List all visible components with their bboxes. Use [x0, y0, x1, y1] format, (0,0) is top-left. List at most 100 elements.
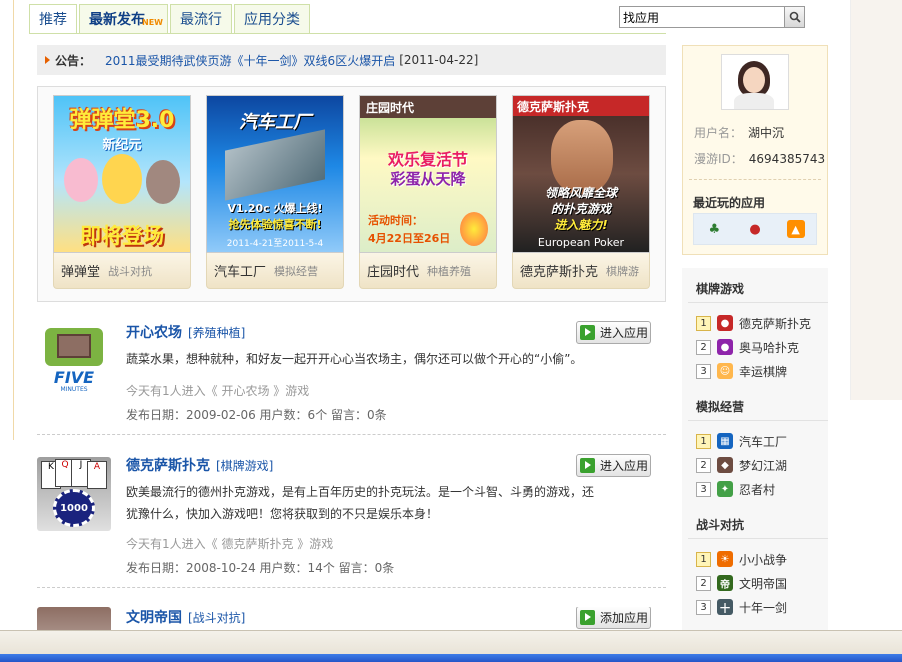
sprout-icon[interactable]: ♣ — [705, 220, 723, 238]
ranking-name[interactable]: 十年一剑 — [739, 599, 787, 616]
app-title[interactable]: 文明帝国 [战斗对抗] — [126, 607, 245, 627]
featured-name[interactable]: 庄园时代 — [367, 261, 419, 280]
featured-banner[interactable]: 汽车工厂 V1.20c 火爆上线! 抢先体验惊喜不断! 2011-4-21至20… — [206, 95, 344, 253]
tab-newest[interactable]: 最新发布 NEW — [79, 4, 168, 34]
ranking-name[interactable]: 文明帝国 — [739, 575, 787, 592]
tab-popular[interactable]: 最流行 — [170, 4, 232, 34]
banner-text: 庄园时代 — [366, 101, 415, 115]
banner-text: 德克萨斯扑克 — [517, 100, 590, 114]
banner-text: 进入魅力! — [554, 218, 608, 232]
enter-app-button[interactable]: 进入应用 — [576, 321, 651, 344]
left-page-border — [0, 0, 14, 440]
featured-card[interactable]: 德克萨斯扑克 领略风靡全球 的扑克游戏 进入魅力! European Poker… — [512, 95, 650, 291]
featured-name[interactable]: 德克萨斯扑克 — [520, 261, 598, 280]
app-title[interactable]: 德克萨斯扑克 [棋牌游戏] — [126, 455, 273, 475]
app-meta: 发布日期：2008-10-24 用户数：14个 留言：0条 — [126, 561, 395, 575]
avatar[interactable] — [721, 54, 789, 110]
featured-card[interactable]: 庄园时代 欢乐复活节 彩蛋从天降 活动时间： 4月22日至26日 庄园时代 种植… — [359, 95, 497, 291]
app-icon[interactable] — [37, 607, 111, 631]
ranking-name[interactable]: 汽车工厂 — [739, 433, 787, 450]
roam-id: 4694385743 — [748, 152, 826, 166]
search-input[interactable] — [619, 6, 785, 28]
featured-banner[interactable]: 庄园时代 欢乐复活节 彩蛋从天降 活动时间： 4月22日至26日 — [359, 95, 497, 253]
search-bar — [619, 6, 805, 28]
rank-number: 2 — [696, 339, 711, 355]
rank-number: 2 — [696, 575, 711, 591]
app-category[interactable]: [棋牌游戏] — [216, 459, 273, 473]
ranking-item[interactable]: 1 ● 德克萨斯扑克 — [696, 314, 811, 332]
featured-name[interactable]: 弹弹堂 — [61, 261, 100, 280]
ninja-icon: ✦ — [717, 481, 733, 497]
ranking-name[interactable]: 德克萨斯扑克 — [739, 315, 811, 332]
ranking-item[interactable]: 2 帝文明帝国 — [696, 574, 787, 592]
user-profile-panel: 用户名： 湖中沉 漫游ID： 4694385743 最近玩的应用 ♣ ● ▲ — [682, 45, 828, 255]
tab-recommended[interactable]: 推荐 — [29, 4, 77, 34]
featured-banner[interactable]: 弹弹堂3.0 新纪元 即将登场 — [53, 95, 191, 253]
banner-text: 即将登场 — [80, 224, 164, 248]
app-name[interactable]: 德克萨斯扑克 — [126, 458, 210, 474]
app-name[interactable]: 文明帝国 — [126, 610, 182, 626]
featured-card[interactable]: 汽车工厂 V1.20c 火爆上线! 抢先体验惊喜不断! 2011-4-21至20… — [206, 95, 344, 291]
browser-status-bar — [0, 630, 902, 654]
app-name[interactable]: 开心农场 — [126, 325, 182, 341]
os-taskbar — [0, 654, 902, 662]
featured-card[interactable]: 弹弹堂3.0 新纪元 即将登场 弹弹堂 战斗对抗 — [53, 95, 191, 291]
featured-caption: 德克萨斯扑克 棋牌游 — [512, 253, 650, 289]
app-title[interactable]: 开心农场 [养殖种植] — [126, 322, 245, 342]
rankings-panel: 棋牌游戏 1 ● 德克萨斯扑克 2 ● 奥马哈扑克 3 ☺ 幸运棋牌 模拟经营 1 ▦ 汽车工厂… — [682, 268, 828, 638]
ranking-item[interactable]: 1 ☀ 小小战争 — [696, 550, 787, 568]
ranking-name[interactable]: 奥马哈扑克 — [739, 339, 799, 356]
featured-category: 战斗对抗 — [108, 264, 153, 278]
banner-text: 欢乐复活节 — [387, 150, 468, 169]
username: 湖中沉 — [748, 126, 785, 140]
ranking-item[interactable]: 3 ✦ 忍者村 — [696, 480, 775, 498]
search-button[interactable] — [785, 6, 805, 28]
divider — [688, 420, 828, 421]
ranking-name[interactable]: 小小战争 — [739, 551, 787, 568]
ranking-item[interactable]: 1 ▦ 汽车工厂 — [696, 432, 787, 450]
banner-text: 弹弹堂3.0 — [69, 108, 175, 133]
ranking-title: 棋牌游戏 — [696, 282, 745, 296]
banner-text: 领略风靡全球 — [544, 186, 617, 200]
ranking-item[interactable]: 3 ☺ 幸运棋牌 — [696, 362, 787, 380]
banner-text: 抢先体验惊喜不断! — [228, 218, 322, 231]
ranking-title: 战斗对抗 — [696, 518, 745, 532]
tab-label: 推荐 — [39, 12, 67, 28]
ranking-item[interactable]: 2 ◆ 梦幻江湖 — [696, 456, 787, 474]
rank-number: 1 — [696, 551, 711, 567]
ranking-item[interactable]: 2 ● 奥马哈扑克 — [696, 338, 799, 356]
app-category[interactable]: [战斗对抗] — [188, 611, 245, 625]
banner-text: 4月22日至26日 — [368, 232, 451, 245]
featured-banner[interactable]: 德克萨斯扑克 领略风靡全球 的扑克游戏 进入魅力! European Poker — [512, 95, 650, 253]
enter-app-button[interactable]: 进入应用 — [576, 454, 651, 477]
ranking-item[interactable]: 3 十十年一剑 — [696, 598, 787, 616]
divider — [37, 587, 666, 588]
announcement-link[interactable]: 2011最受期待武侠页游《十年一剑》双线6区火爆开启 — [105, 52, 395, 69]
flame-icon[interactable]: ▲ — [786, 220, 805, 238]
rank-number: 2 — [696, 457, 711, 473]
category-tabs: 推荐 最新发布 NEW 最流行 应用分类 — [29, 4, 312, 34]
poker-chip-icon: ● — [717, 315, 733, 331]
ranking-name[interactable]: 梦幻江湖 — [739, 457, 787, 474]
ranking-name[interactable]: 忍者村 — [739, 481, 775, 498]
icon-text: MINUTES — [60, 386, 88, 393]
divider — [37, 434, 666, 435]
app-description: 欧美最流行的德州扑克游戏，是有上百年历史的扑克玩法。是一个斗智、斗勇的游戏，还犹… — [126, 485, 595, 521]
app-meta: 发布日期：2009-02-06 用户数：6个 留言：0条 — [126, 408, 387, 422]
featured-caption: 汽车工厂 模拟经营 — [206, 253, 344, 289]
roam-id-label: 漫游ID： — [694, 152, 743, 166]
factory-icon: ▦ — [717, 433, 733, 449]
banner-text: 2011-4-21至2011-5-4 — [226, 239, 324, 249]
poker-chip-icon[interactable]: ● — [746, 220, 764, 238]
rank-number: 1 — [696, 433, 711, 449]
recent-apps-title: 最近玩的应用 — [693, 196, 766, 210]
app-icon[interactable]: FIVE MINUTES — [37, 322, 111, 396]
list-item: K Q J A 1000 德克萨斯扑克 [棋牌游戏] 欧美最流行的德州扑克游戏，是… — [37, 454, 666, 575]
app-category[interactable]: [养殖种植] — [188, 326, 245, 340]
add-app-button[interactable]: 添加应用 — [576, 607, 651, 629]
right-page-margin — [850, 0, 902, 400]
ranking-name[interactable]: 幸运棋牌 — [739, 363, 787, 380]
featured-name[interactable]: 汽车工厂 — [214, 261, 266, 280]
tab-categories[interactable]: 应用分类 — [234, 4, 310, 34]
app-icon[interactable]: K Q J A 1000 — [37, 457, 111, 531]
